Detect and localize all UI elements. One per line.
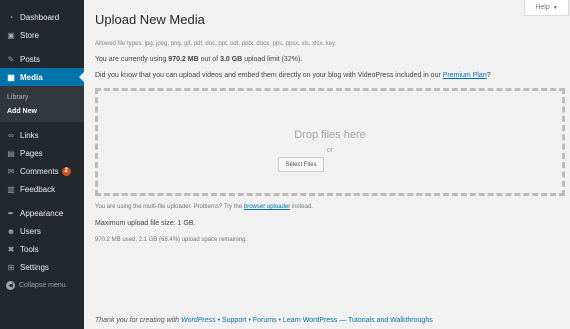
- multi-suffix: instead.: [290, 204, 313, 210]
- store-icon: ▣: [7, 30, 15, 40]
- sidebar-item-feedback[interactable]: ▥ Feedback: [0, 180, 84, 198]
- users-icon: ☻: [6, 226, 16, 236]
- sidebar-item-label: Appearance: [20, 208, 64, 218]
- submenu-add-new[interactable]: Add New: [0, 104, 84, 118]
- sidebar-item-label: Feedback: [20, 184, 56, 194]
- sidebar-item-links[interactable]: ∞ Links: [0, 126, 84, 144]
- page-title: Upload New Media: [95, 12, 205, 27]
- tools-icon: ✖: [7, 244, 15, 254]
- collapse-menu-button[interactable]: ◀ Collapse menu: [0, 276, 84, 294]
- max-upload-size: Maximum upload file size: 1 GB.: [95, 220, 196, 227]
- premium-plan-link[interactable]: Premium Plan: [443, 72, 487, 79]
- upload-space-remaining: 970.2 MB used, 2.1 GB (68.4%) upload spa…: [95, 237, 248, 243]
- upload-usage-text: You are currently using 970.2 MB out of …: [95, 56, 302, 63]
- media-icon: ▦: [7, 72, 15, 82]
- drop-or-text: or: [326, 147, 334, 154]
- browser-uploader-link[interactable]: browser uploader: [244, 204, 290, 210]
- usage-prefix: You are currently using: [95, 56, 169, 63]
- pages-icon: ▤: [7, 148, 15, 158]
- sidebar-item-label: Posts: [20, 54, 41, 64]
- sidebar-item-tools[interactable]: ✖ Tools: [0, 240, 84, 258]
- feedback-icon: ▥: [7, 184, 15, 194]
- usage-mid: out of: [198, 56, 221, 63]
- drop-zone[interactable]: Drop files here or: [95, 88, 565, 196]
- settings-icon: ⊞: [7, 262, 15, 272]
- videopress-notice: Did you know that you can upload videos …: [95, 72, 491, 79]
- sidebar-item-label: Tools: [20, 244, 39, 254]
- usage-used: 970.2 MB: [168, 56, 199, 63]
- sidebar-item-label: Pages: [20, 148, 43, 158]
- sidebar-item-appearance[interactable]: ✒ Appearance: [0, 204, 84, 222]
- sidebar-item-settings[interactable]: ⊞ Settings: [0, 258, 84, 276]
- videopress-end: ?: [486, 72, 491, 79]
- sidebar-item-dashboard[interactable]: ◔ Dashboard: [0, 8, 84, 26]
- admin-sidebar: ◔ Dashboard ▣ Store ✎ Posts ▦ Media Libr…: [0, 0, 84, 329]
- sidebar-item-label: Links: [20, 130, 39, 140]
- wordpress-link[interactable]: WordPress: [181, 317, 216, 324]
- sidebar-item-media[interactable]: ▦ Media: [0, 68, 84, 86]
- help-label: Help: [535, 4, 550, 11]
- chevron-down-icon: ▼: [552, 4, 558, 11]
- collapse-arrow-icon: ◀: [6, 280, 15, 290]
- allowed-file-types: Allowed file types: jpg, jpeg, png, gif,…: [95, 41, 337, 47]
- dashboard-icon: ◔: [8, 12, 14, 22]
- sidebar-item-users[interactable]: ☻ Users: [0, 222, 84, 240]
- submenu-library[interactable]: Library: [0, 90, 84, 104]
- usage-suffix: upload limit (32%).: [242, 56, 303, 63]
- sidebar-item-label: Dashboard: [20, 12, 60, 22]
- link-icon: ∞: [8, 130, 14, 140]
- sidebar-item-label: Media: [20, 72, 43, 82]
- learn-wordpress-link[interactable]: Learn WordPress — Tutorials and Walkthro…: [283, 317, 433, 324]
- videopress-text: Did you know that you can upload videos …: [95, 72, 443, 79]
- sidebar-item-store[interactable]: ▣ Store: [0, 26, 84, 44]
- admin-footer: Thank you for creating with WordPress • …: [95, 317, 433, 324]
- comment-icon: ✉: [7, 166, 15, 176]
- sidebar-item-comments[interactable]: ✉ Comments 2: [0, 162, 84, 180]
- media-submenu: Library Add New: [0, 86, 84, 122]
- pin-icon: ✎: [7, 54, 15, 64]
- forums-link[interactable]: Forums: [253, 317, 277, 324]
- help-tab-button[interactable]: Help ▼: [524, 0, 569, 16]
- drop-files-heading: Drop files here: [294, 129, 366, 141]
- sidebar-item-label: Store: [20, 30, 40, 40]
- sidebar-item-label: Users: [20, 226, 41, 236]
- appearance-icon: ✒: [7, 208, 15, 218]
- sidebar-item-label: Comments: [20, 166, 59, 176]
- footer-thanks: Thank you for creating with: [95, 317, 181, 324]
- multi-uploader-notice: You are using the multi-file uploader. P…: [95, 204, 313, 210]
- sidebar-item-posts[interactable]: ✎ Posts: [0, 50, 84, 68]
- usage-limit: 3.0 GB: [220, 56, 243, 63]
- select-files-button[interactable]: Select Files: [278, 157, 324, 172]
- comment-count-badge: 2: [61, 166, 71, 176]
- sidebar-item-label: Settings: [20, 262, 49, 272]
- support-link[interactable]: Support: [222, 317, 247, 324]
- sidebar-item-pages[interactable]: ▤ Pages: [0, 144, 84, 162]
- multi-prefix: You are using the multi-file uploader. P…: [95, 204, 244, 210]
- collapse-menu-label: Collapse menu: [19, 281, 66, 289]
